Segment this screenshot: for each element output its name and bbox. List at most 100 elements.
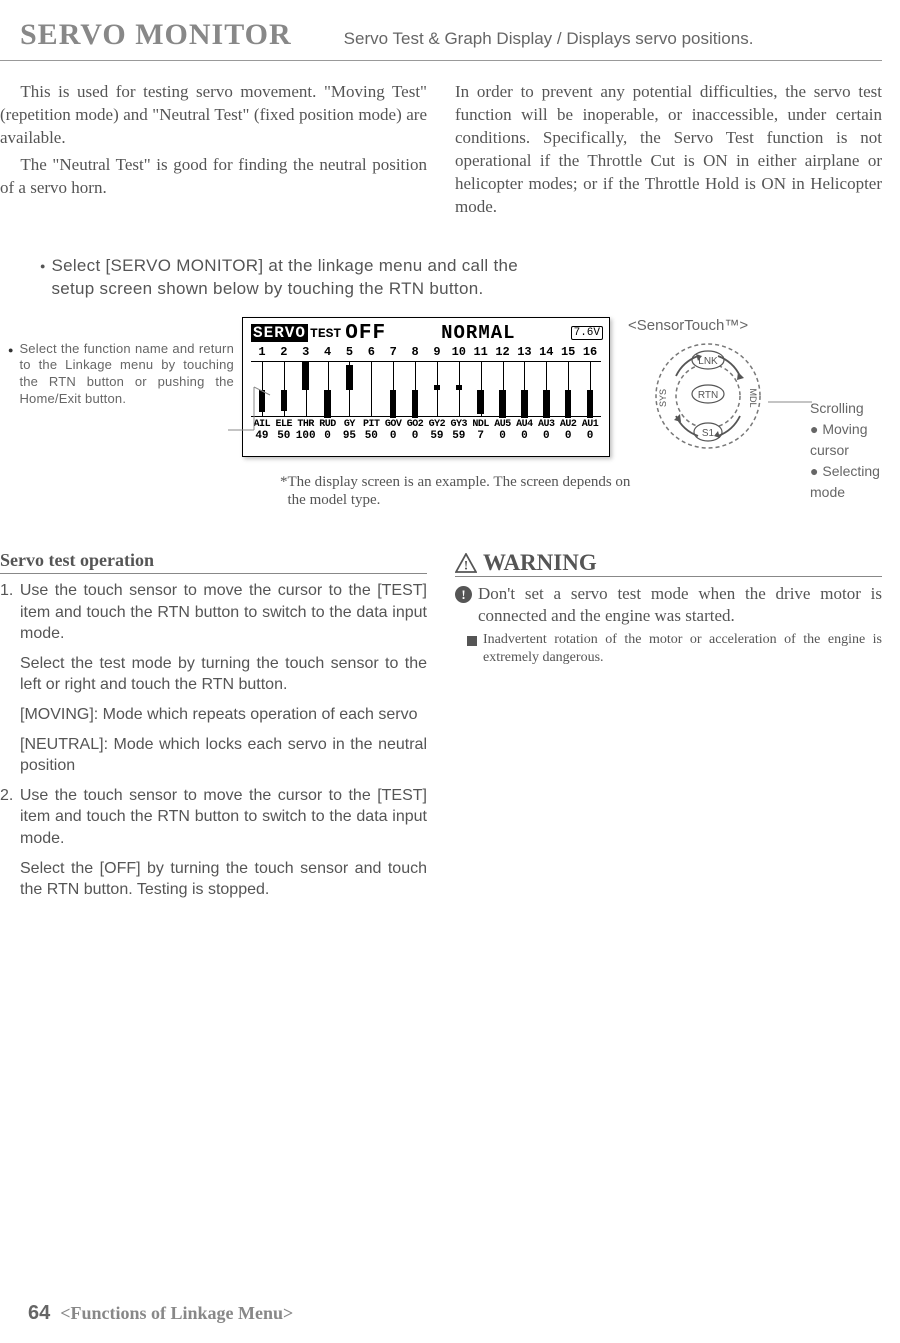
intro-p3: In order to prevent any potential diffic… [455,81,882,219]
lcd-num: 7 [382,345,404,359]
lcd-display: SERVO TEST OFF NORMAL 7.6V 1234567891011… [242,317,610,457]
lcd-value: 0 [535,430,557,442]
warning-main-row: ! Don't set a servo test mode when the d… [455,583,882,627]
warning-main-text: Don't set a servo test mode when the dri… [478,583,882,627]
lcd-top-row: SERVO TEST OFF NORMAL 7.6V [243,318,609,345]
lcd-bar-slot [382,361,404,417]
left-note: Select the function name and return to t… [19,341,234,409]
lcd-label: ELE [273,419,295,430]
lcd-bar-slot [535,361,557,417]
lcd-label: AU3 [535,419,557,430]
op-step-1b: Select the test mode by turning the touc… [0,653,427,696]
sensor-touch-area: <SensorTouch™> LNK RTN S1 SYS MDL [628,317,768,456]
dial-sys-label: SYS [658,388,668,406]
warning-heading: ! WARNING [455,550,882,577]
warning-sub-row: Inadvertent rotation of the motor or acc… [455,631,882,667]
lcd-label: RUD [317,419,339,430]
legend-scrolling: Scrolling [810,398,900,419]
op-neutral-desc: [NEUTRAL]: Mode which locks each servo i… [0,734,427,777]
screen-section: ● Select the function name and return to… [0,301,900,457]
op-step-2b: Select the [OFF] by turning the touch se… [0,858,427,901]
op-step-2: 2. Use the touch sensor to move the curs… [0,785,427,850]
lcd-channel-numbers: 12345678910111213141516 [243,345,609,359]
lcd-value: 49 [251,430,273,442]
page-subtitle: Servo Test & Graph Display / Displays se… [344,29,754,49]
lcd-num: 9 [426,345,448,359]
prohibit-icon: ! [455,586,472,603]
lcd-label: GY2 [426,419,448,430]
lcd-bar-slot [470,361,492,417]
lcd-num: 2 [273,345,295,359]
lcd-off-label: OFF [345,322,386,345]
lcd-bar-slot [448,361,470,417]
lcd-channel-labels: AILELETHRRUDGYPITGOVGO2GY2GY3NDLAU5AU4AU… [243,417,609,430]
lcd-bar-slot [557,361,579,417]
lcd-num: 1 [251,345,273,359]
lcd-value: 0 [492,430,514,442]
sensor-legend: Scrolling ● Moving cursor ● Selecting mo… [810,398,900,503]
lcd-value: 59 [426,430,448,442]
page-number: 64 [28,1302,50,1325]
lcd-label: GO2 [404,419,426,430]
intro-p1: This is used for testing servo movement.… [0,81,427,150]
lcd-bars [243,359,609,417]
lcd-servo-label: SERVO [251,324,308,342]
lcd-bar-slot [251,361,273,417]
lcd-value: 100 [295,430,317,442]
lcd-bar-slot [514,361,536,417]
lcd-value: 59 [448,430,470,442]
warning-sub-text: Inadvertent rotation of the motor or acc… [483,631,882,667]
page-title: SERVO MONITOR [20,18,292,52]
page-footer: 64 <Functions of Linkage Menu> [28,1302,293,1325]
lcd-value: 7 [470,430,492,442]
lcd-label: GY [339,419,361,430]
lcd-bar-slot [317,361,339,417]
lcd-value: 0 [557,430,579,442]
sensor-label: <SensorTouch™> [628,317,768,334]
op-step-1: 1. Use the touch sensor to move the curs… [0,580,427,645]
lcd-value: 95 [339,430,361,442]
lcd-value: 0 [404,430,426,442]
lcd-value: 0 [317,430,339,442]
lcd-bar-slot [295,361,317,417]
lower-columns: Servo test operation 1. Use the touch se… [0,510,900,909]
lcd-value: 0 [579,430,601,442]
svg-text:!: ! [464,558,468,573]
warning-triangle-icon: ! [455,553,477,573]
warning-column: ! WARNING ! Don't set a servo test mode … [455,550,882,909]
op-moving-desc: [MOVING]: Mode which repeats operation o… [0,704,427,726]
square-bullet-icon [467,636,477,646]
operation-body: 1. Use the touch sensor to move the curs… [0,580,427,901]
lcd-label: GY3 [448,419,470,430]
lcd-label: AU2 [557,419,579,430]
lcd-num: 12 [492,345,514,359]
dial-mdl-label: MDL [748,388,758,407]
lcd-label: NDL [470,419,492,430]
legend-moving: ● Moving cursor [810,419,900,461]
lcd-num: 11 [470,345,492,359]
lcd-test-label: TEST [310,326,341,341]
lcd-bar-slot [426,361,448,417]
lcd-label: AU4 [514,419,536,430]
legend-selecting: ● Selecting mode [810,461,900,503]
screen-footnote: *The display screen is an example. The s… [8,457,648,511]
lcd-num: 4 [317,345,339,359]
lcd-value: 0 [382,430,404,442]
lcd-channel-values: 495010009550005959700000 [243,430,609,446]
lcd-bar-slot [360,361,382,417]
lcd-num: 15 [557,345,579,359]
intro-right: In order to prevent any potential diffic… [455,81,882,223]
lcd-label: AIL [251,419,273,430]
bullet-icon: ● [8,345,13,355]
lcd-normal-label: NORMAL [441,322,515,344]
intro-columns: This is used for testing servo movement.… [0,73,900,223]
setup-bullet: ● Select [SERVO MONITOR] at the linkage … [0,223,900,301]
lcd-bar-slot [579,361,601,417]
lcd-bar-slot [273,361,295,417]
lcd-label: PIT [360,419,382,430]
lcd-num: 8 [404,345,426,359]
setup-note-text: Select [SERVO MONITOR] at the linkage me… [51,255,541,301]
warning-heading-text: WARNING [483,550,597,576]
lcd-num: 5 [339,345,361,359]
lcd-battery: 7.6V [571,326,603,340]
